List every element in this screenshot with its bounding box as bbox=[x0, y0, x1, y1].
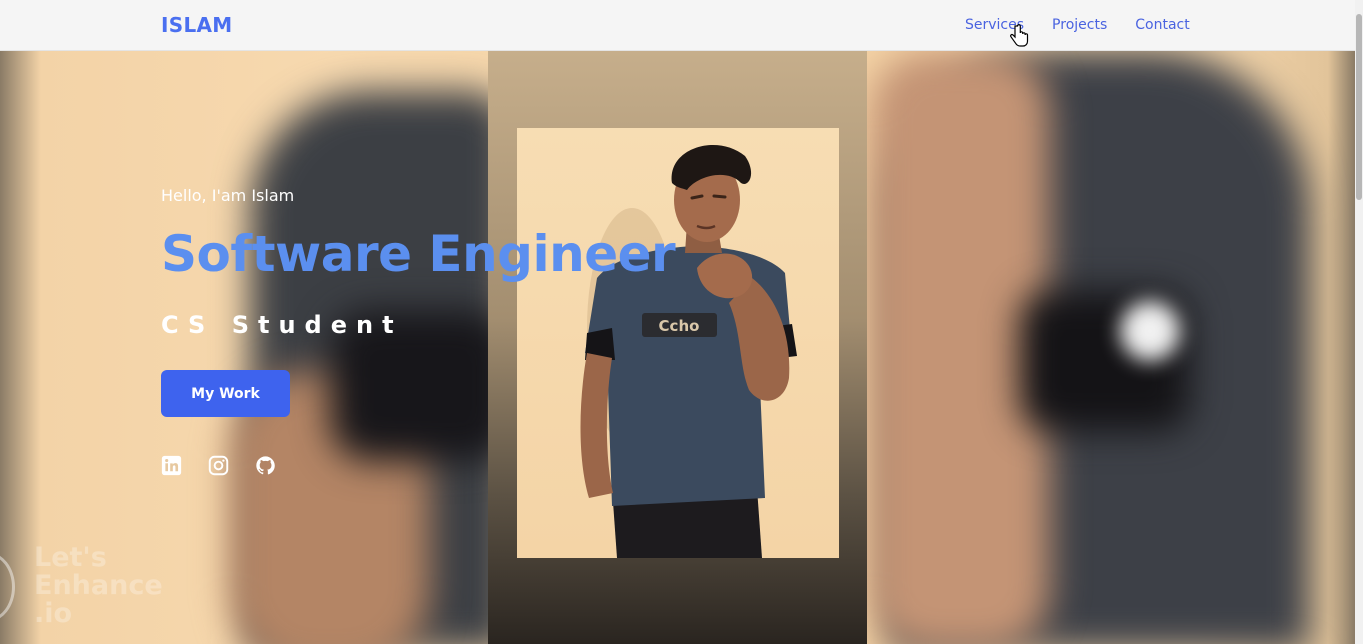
site-logo[interactable]: ISLAM bbox=[161, 13, 232, 37]
svg-text:Ccho: Ccho bbox=[659, 317, 700, 335]
nav-contact-link[interactable]: Contact bbox=[1135, 17, 1189, 33]
hero-section: Ccho bbox=[0, 51, 1355, 644]
scrollbar-thumb[interactable] bbox=[1356, 14, 1362, 200]
hero-title: Software Engineer bbox=[161, 225, 676, 283]
watermark-text: Let's Enhance .io bbox=[34, 542, 163, 629]
pointer-cursor-icon bbox=[1010, 24, 1029, 47]
social-links bbox=[161, 455, 276, 476]
hero-greeting: Hello, I'am Islam bbox=[161, 186, 295, 205]
top-navbar: ISLAM Services Projects Contact bbox=[0, 0, 1355, 51]
background-blur-shape bbox=[1120, 301, 1180, 361]
person-illustration: Ccho bbox=[580, 144, 797, 558]
main-nav: Services Projects Contact bbox=[965, 17, 1190, 33]
hero-photo-column: Ccho bbox=[488, 51, 867, 644]
instagram-icon[interactable] bbox=[208, 455, 229, 476]
my-work-button[interactable]: My Work bbox=[161, 370, 290, 417]
linkedin-icon[interactable] bbox=[161, 455, 182, 476]
profile-photo: Ccho bbox=[517, 128, 839, 558]
nav-projects-link[interactable]: Projects bbox=[1052, 17, 1107, 33]
github-icon[interactable] bbox=[255, 455, 276, 476]
hero-subtitle: CS Student bbox=[161, 311, 403, 339]
